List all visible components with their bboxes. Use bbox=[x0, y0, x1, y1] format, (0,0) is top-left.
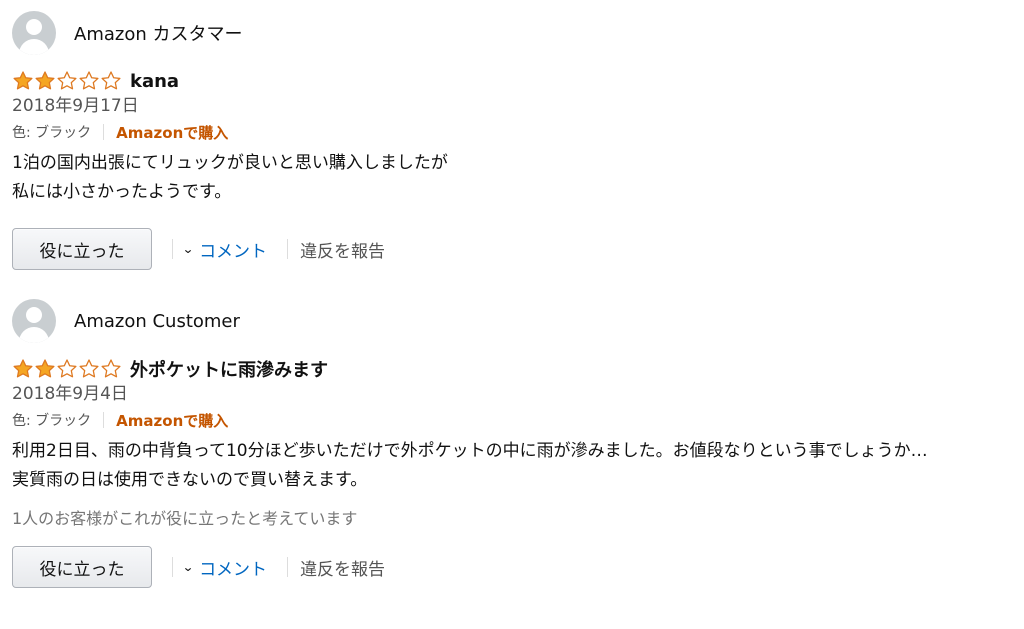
review-body-line: 私には小さかったようです。 bbox=[12, 182, 232, 202]
divider bbox=[103, 412, 105, 428]
comment-label[interactable]: コメント bbox=[199, 555, 267, 580]
comment-label[interactable]: コメント bbox=[199, 237, 267, 262]
review-title[interactable]: kana bbox=[130, 71, 179, 92]
verified-purchase-badge: Amazonで購入 bbox=[116, 123, 229, 142]
review-body-line: 利用2日目、雨の中背負って10分ほど歩いただけで外ポケットの中に雨が滲みました。… bbox=[12, 441, 928, 461]
review-title[interactable]: 外ポケットに雨滲みます bbox=[130, 356, 328, 382]
comment-link[interactable]: ⌄ コメント bbox=[181, 237, 267, 262]
divider bbox=[103, 124, 105, 140]
default-avatar-icon bbox=[12, 11, 56, 55]
star-filled-icon bbox=[35, 359, 55, 378]
divider bbox=[287, 557, 289, 577]
star-filled-icon bbox=[13, 71, 33, 90]
reviewer-profile[interactable]: Amazon Customer bbox=[12, 298, 1012, 344]
star-filled-icon bbox=[13, 359, 33, 378]
divider bbox=[172, 239, 173, 259]
report-abuse-link[interactable]: 違反を報告 bbox=[300, 237, 385, 262]
star-empty-icon bbox=[101, 359, 121, 378]
review-date: 2018年9月17日 bbox=[12, 96, 139, 116]
star-filled-icon bbox=[35, 71, 55, 90]
reviewer-profile[interactable]: Amazon カスタマー bbox=[12, 10, 1012, 56]
comment-link[interactable]: ⌄ コメント bbox=[181, 555, 267, 580]
report-abuse-link[interactable]: 違反を報告 bbox=[300, 555, 385, 580]
star-empty-icon bbox=[101, 71, 121, 90]
verified-purchase-badge: Amazonで購入 bbox=[116, 411, 229, 430]
divider bbox=[287, 239, 289, 259]
review-card: Amazon カスタマー kana 2018年9月17日 色: ブラック Ama… bbox=[12, 10, 1012, 271]
star-empty-icon bbox=[57, 359, 77, 378]
chevron-down-icon: ⌄ bbox=[181, 242, 195, 256]
variant-label[interactable]: 色: ブラック bbox=[12, 122, 91, 142]
star-empty-icon bbox=[79, 71, 99, 90]
review-body-line: 実質雨の日は使用できないので買い替えます。 bbox=[12, 470, 368, 490]
review-date: 2018年9月4日 bbox=[12, 384, 128, 404]
reviewer-name[interactable]: Amazon カスタマー bbox=[74, 20, 242, 46]
review-body: 1泊の国内出張にてリュックが良いと思い購入しましたが 私には小さかったようです。 bbox=[12, 149, 1012, 207]
reviewer-name[interactable]: Amazon Customer bbox=[74, 311, 240, 332]
helpful-button[interactable]: 役に立った bbox=[12, 546, 152, 588]
star-empty-icon bbox=[79, 359, 99, 378]
review-card: Amazon Customer 外ポケットに雨滲みます 2018年9月4日 色:… bbox=[12, 298, 1012, 589]
star-empty-icon bbox=[57, 71, 77, 90]
review-body-line: 1泊の国内出張にてリュックが良いと思い購入しましたが bbox=[12, 153, 448, 173]
review-body: 利用2日目、雨の中背負って10分ほど歩いただけで外ポケットの中に雨が滲みました。… bbox=[12, 437, 1012, 495]
star-rating[interactable] bbox=[12, 358, 122, 380]
helpful-count-text: 1人のお客様がこれが役に立ったと考えています bbox=[12, 509, 358, 528]
helpful-button[interactable]: 役に立った bbox=[12, 228, 152, 270]
variant-label[interactable]: 色: ブラック bbox=[12, 410, 91, 430]
default-avatar-icon bbox=[12, 299, 56, 343]
divider bbox=[172, 557, 173, 577]
chevron-down-icon: ⌄ bbox=[181, 560, 195, 574]
star-rating[interactable] bbox=[12, 70, 122, 92]
